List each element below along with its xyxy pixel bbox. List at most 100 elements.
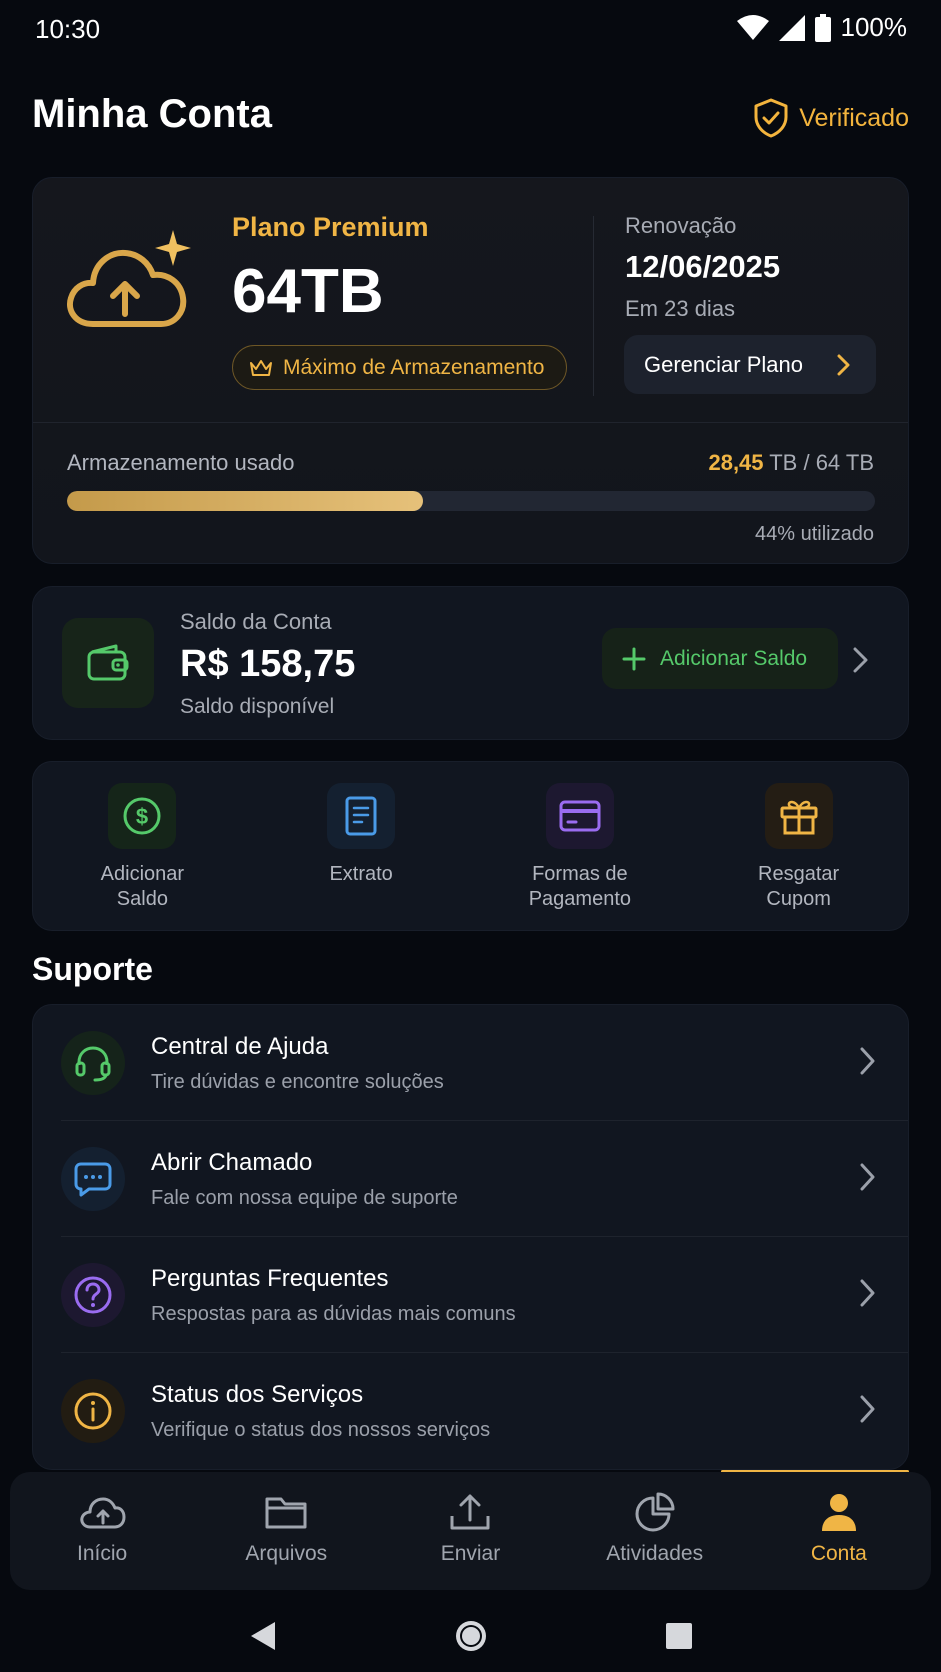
support-item-subtitle: Fale com nossa equipe de suporte [151, 1187, 458, 1209]
battery-icon [814, 13, 831, 42]
support-item-subtitle: Verifique o status dos nossos serviços [151, 1419, 491, 1441]
action-label: Formas de Pagamento [528, 863, 632, 910]
verified-badge[interactable]: Verificado [753, 98, 909, 138]
plan-badge-label: Máximo de Armazenamento [283, 355, 545, 379]
upload-icon [450, 1494, 490, 1530]
support-item-subtitle: Respostas para as dúvidas mais comuns [151, 1303, 516, 1325]
manage-plan-label: Gerenciar Plano [644, 351, 803, 377]
action-icon-box [764, 783, 833, 849]
status-time: 10:30 [35, 14, 101, 44]
plan-name: Plano Premium [232, 212, 429, 242]
support-icon-box [61, 1263, 125, 1327]
user-icon [821, 1494, 856, 1531]
nav-label: Conta [810, 1542, 867, 1565]
manage-plan-button[interactable]: Gerenciar Plano [624, 335, 876, 394]
cloud-upload-icon [67, 230, 191, 327]
battery-percent: 100% [840, 12, 908, 42]
action-label: Resgatar Cupom [758, 863, 840, 910]
balance-value: R$ 158,75 [180, 643, 356, 685]
plus-icon [622, 647, 646, 670]
chevron-right-icon [860, 1047, 875, 1075]
back-icon[interactable] [249, 1620, 277, 1652]
verified-label: Verificado [799, 103, 909, 132]
nav-item-account[interactable]: Conta [747, 1472, 931, 1590]
cloud-upload-icon [80, 1497, 126, 1529]
action-statement[interactable]: Extrato [252, 762, 471, 930]
nav-label: Início [76, 1542, 128, 1565]
add-balance-label: Adicionar Saldo [660, 646, 808, 670]
crown-icon [250, 359, 272, 376]
info-icon [74, 1392, 112, 1430]
renewal-days: Em 23 dias [625, 296, 736, 321]
action-icon-box [545, 783, 614, 849]
action-icon-box: $ [108, 783, 177, 849]
renewal-label: Renovação [625, 213, 737, 238]
action-label: Adicionar Saldo [100, 863, 185, 910]
storage-label: Armazenamento usado [67, 450, 295, 475]
question-icon [74, 1276, 112, 1314]
gift-icon [780, 800, 818, 835]
dollar-circle-icon: $ [123, 797, 161, 835]
quick-actions-card: $ Adicionar Saldo Extrato Formas de Paga… [32, 761, 909, 931]
nav-item-home[interactable]: Início [10, 1472, 194, 1590]
nav-item-files[interactable]: Arquivos [194, 1472, 378, 1590]
storage-used: 28,45 [708, 450, 764, 475]
headset-icon [75, 1046, 111, 1082]
storage-total: TB / 64 TB [763, 450, 874, 475]
balance-subtitle: Saldo disponível [180, 695, 335, 718]
storage-values: 28,45 TB / 64 TB [708, 450, 874, 476]
support-list: Central de Ajuda Tire dúvidas e encontre… [32, 1004, 909, 1470]
wallet-icon-box [62, 618, 154, 708]
nav-item-upload[interactable]: Enviar [378, 1472, 562, 1590]
nav-item-activities[interactable]: Atividades [563, 1472, 747, 1590]
renewal-date: 12/06/2025 [625, 249, 781, 284]
plan-card: Plano Premium 64TB Máximo de Armazenamen… [32, 177, 909, 564]
storage-percent: 44% utilizado [755, 523, 874, 545]
section-title-support: Suporte [32, 951, 153, 987]
support-item-title: Central de Ajuda [151, 1033, 329, 1060]
support-item-title: Status dos Serviços [151, 1381, 364, 1408]
action-label: Extrato [329, 863, 393, 885]
support-item-help-center[interactable]: Central de Ajuda Tire dúvidas e encontre… [33, 1005, 908, 1121]
page-title: Minha Conta [32, 92, 272, 136]
storage-progress-bar [67, 491, 875, 511]
shield-check-icon [754, 98, 788, 138]
svg-text:$: $ [136, 804, 148, 829]
plan-divider [593, 216, 594, 396]
action-add-balance[interactable]: $ Adicionar Saldo [33, 762, 252, 930]
nav-label: Enviar [440, 1542, 501, 1565]
signal-icon [778, 14, 805, 41]
support-item-open-ticket[interactable]: Abrir Chamado Fale com nossa equipe de s… [33, 1121, 908, 1237]
support-icon-box [61, 1031, 125, 1095]
support-item-service-status[interactable]: Status dos Serviços Verifique o status d… [33, 1353, 908, 1469]
support-item-subtitle: Tire dúvidas e encontre soluções [151, 1071, 444, 1093]
action-icon-box [327, 783, 396, 849]
nav-label: Atividades [606, 1542, 704, 1565]
storage-progress-fill [67, 491, 423, 511]
support-item-title: Abrir Chamado [151, 1149, 313, 1176]
system-navigation-bar [0, 1600, 941, 1672]
chevron-right-icon[interactable] [853, 647, 869, 673]
folder-icon [265, 1497, 307, 1529]
chevron-right-icon [837, 354, 850, 375]
home-icon[interactable] [454, 1619, 488, 1653]
support-item-title: Perguntas Frequentes [151, 1265, 389, 1292]
add-balance-button[interactable]: Adicionar Saldo [602, 628, 838, 689]
support-item-faq[interactable]: Perguntas Frequentes Respostas para as d… [33, 1237, 908, 1353]
receipt-icon [345, 796, 377, 836]
action-payment-methods[interactable]: Formas de Pagamento [471, 762, 690, 930]
wifi-icon [736, 14, 769, 40]
chevron-right-icon [860, 1163, 875, 1191]
chevron-right-icon [860, 1279, 875, 1307]
nav-label: Arquivos [245, 1542, 328, 1565]
wallet-icon [87, 644, 129, 681]
action-redeem-coupon[interactable]: Resgatar Cupom [689, 762, 908, 930]
support-icon-box [61, 1379, 125, 1443]
bottom-nav: Início Arquivos Enviar Atividades Conta [10, 1472, 931, 1590]
plan-divider-horizontal [33, 422, 908, 423]
credit-card-icon [559, 800, 601, 832]
plan-badge: Máximo de Armazenamento [232, 345, 567, 390]
balance-label: Saldo da Conta [180, 609, 332, 634]
recents-icon[interactable] [665, 1622, 693, 1650]
pie-chart-icon [635, 1492, 675, 1532]
